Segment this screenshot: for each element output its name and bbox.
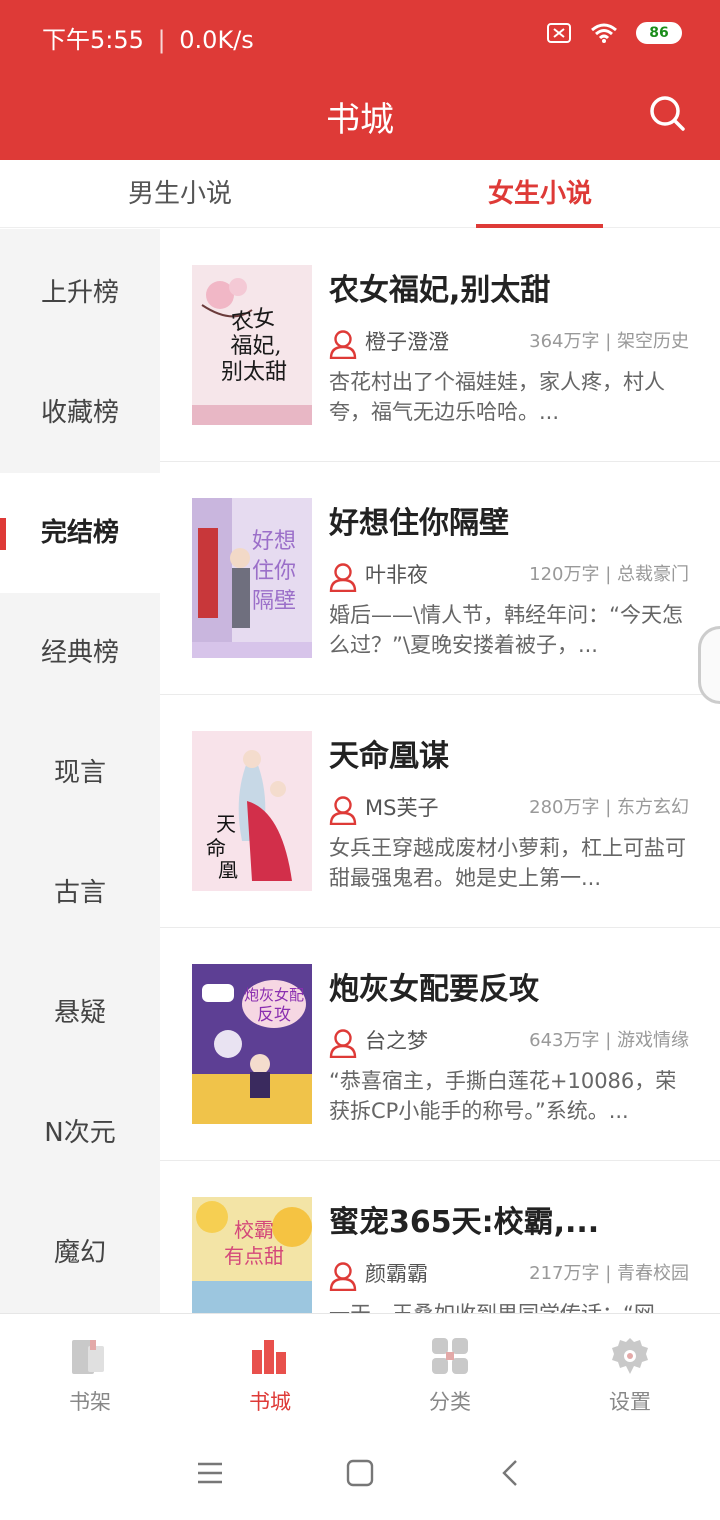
author-icon: [329, 1029, 357, 1058]
page-title: 书城: [326, 100, 394, 140]
book-description: 女兵王穿越成废材小萝莉，杠上可盐可甜最强鬼君。她是史上第一...: [329, 836, 686, 890]
active-tab-indicator: [476, 224, 603, 228]
wifi-icon: [591, 23, 617, 43]
author-row: MS芙子 280万字 | 东方玄幻: [329, 793, 689, 827]
sidebar-item-mystery[interactable]: 悬疑: [0, 953, 160, 1073]
home-icon[interactable]: [342, 1455, 378, 1491]
svg-text:福妃,: 福妃,: [231, 334, 282, 359]
gear-icon: [612, 1338, 648, 1374]
author-icon: [329, 330, 357, 359]
status-divider: |: [157, 26, 166, 54]
book-meta: 643万字 | 游戏情缘: [529, 1030, 689, 1051]
svg-text:炮灰女配: 炮灰女配: [244, 986, 304, 1004]
nav-label: 设置: [609, 1390, 651, 1414]
nav-bookshelf[interactable]: 书架: [0, 1314, 180, 1426]
nav-category[interactable]: 分类: [360, 1314, 540, 1426]
book-meta: 217万字 | 青春校园: [529, 1263, 689, 1284]
tab-male-novels[interactable]: 男生小说: [0, 160, 360, 228]
svg-text:有点甜: 有点甜: [224, 1244, 284, 1268]
battery-level: 86: [649, 25, 669, 41]
book-cover[interactable]: 炮灰女配 反攻: [192, 964, 312, 1124]
sidebar-item-completed[interactable]: 完结榜: [0, 473, 160, 593]
svg-text:天: 天: [216, 812, 236, 836]
sidebar-item-classic[interactable]: 经典榜: [0, 593, 160, 713]
author-name: 橙子澄澄: [365, 330, 449, 354]
svg-text:凰: 凰: [218, 858, 238, 882]
system-nav-bar: [0, 1425, 720, 1520]
list-item[interactable]: 好想 住你 隔壁 好想住你隔壁 叶非夜 120万字 | 总裁豪门 婚后——\情人…: [160, 462, 720, 695]
svg-text:住你: 住你: [252, 559, 296, 584]
list-item[interactable]: 校霸 有点甜 蜜宠365天:校霸,... 颜霸霸 217万字 | 青春校园 一天…: [160, 1161, 720, 1313]
svg-text:反攻: 反攻: [257, 1005, 291, 1025]
category-icon: [432, 1338, 468, 1374]
book-cover[interactable]: 天 命 凰: [192, 731, 312, 891]
back-icon[interactable]: [494, 1455, 530, 1491]
book-meta: 280万字 | 东方玄幻: [529, 797, 689, 818]
status-left: 下午5:55 | 0.0K/s: [42, 20, 254, 55]
sidebar-item-ancient-romance[interactable]: 古言: [0, 833, 160, 953]
battery-icon: 86: [636, 22, 682, 44]
svg-text:隔壁: 隔壁: [252, 589, 296, 614]
sidebar-item-favorites[interactable]: 收藏榜: [0, 353, 160, 473]
book-cover[interactable]: 农女 福妃, 别太甜: [192, 265, 312, 425]
book-description: “恭喜宿主，手撕白莲花+10086，荣获拆CP小能手的称号。”系统。...: [329, 1069, 677, 1123]
author-name: 台之梦: [365, 1029, 428, 1053]
author-row: 橙子澄澄 364万字 | 架空历史: [329, 327, 689, 361]
svg-text:命: 命: [206, 836, 226, 860]
sidebar-active-marker: [0, 518, 6, 550]
ranking-sidebar: 上升榜 收藏榜 完结榜 经典榜 现言 古言 悬疑 N次元 魔幻: [0, 229, 160, 1313]
author-icon: [329, 563, 357, 592]
author-name: 颜霸霸: [365, 1262, 428, 1286]
book-description: 婚后——\情人节，韩经年问：“今天怎么过？”\夏晚安搂着被子，...: [329, 603, 683, 657]
app-header: 下午5:55 | 0.0K/s 86 书城: [0, 0, 720, 160]
svg-text:好想: 好想: [252, 529, 296, 554]
svg-text:校霸: 校霸: [234, 1218, 274, 1242]
sidebar-item-n-dimension[interactable]: N次元: [0, 1073, 160, 1193]
menu-icon[interactable]: [192, 1455, 228, 1491]
status-time: 下午5:55: [42, 26, 144, 54]
nav-label: 书架: [69, 1390, 111, 1414]
nav-settings[interactable]: 设置: [540, 1314, 720, 1426]
bookstore-icon: [252, 1340, 286, 1374]
book-title: 天命凰谋: [329, 739, 449, 774]
list-item[interactable]: 炮灰女配 反攻 炮灰女配要反攻 台之梦 643万字 | 游戏情缘 “恭喜宿主，手…: [160, 928, 720, 1161]
nav-bookstore[interactable]: 书城: [180, 1314, 360, 1426]
gender-tabs: 男生小说 女生小说: [0, 160, 720, 228]
book-list: 农女 福妃, 别太甜 农女福妃,别太甜 橙子澄澄 364万字 | 架空历史 杏花…: [160, 229, 720, 1313]
book-meta: 120万字 | 总裁豪门: [529, 564, 689, 585]
book-meta: 364万字 | 架空历史: [529, 331, 689, 352]
bookshelf-icon: [72, 1340, 104, 1374]
author-row: 叶非夜 120万字 | 总裁豪门: [329, 560, 689, 594]
nav-label: 书城: [249, 1390, 291, 1414]
book-title: 蜜宠365天:校霸,...: [329, 1205, 600, 1240]
bottom-nav: 书架 书城 分类 设置: [0, 1313, 720, 1425]
book-description: 杏花村出了个福娃娃，家人疼，村人夸，福气无边乐哈哈。...: [329, 370, 665, 424]
list-item[interactable]: 天 命 凰 天命凰谋 MS芙子 280万字 | 东方玄幻 女兵王穿越成废材小萝莉…: [160, 695, 720, 928]
author-name: MS芙子: [365, 796, 439, 820]
list-item[interactable]: 农女 福妃, 别太甜 农女福妃,别太甜 橙子澄澄 364万字 | 架空历史 杏花…: [160, 229, 720, 462]
sidebar-item-fantasy[interactable]: 魔幻: [0, 1193, 160, 1313]
status-speed: 0.0K/s: [179, 26, 254, 54]
status-right: 86: [546, 22, 682, 44]
sim-off-icon: [547, 23, 571, 43]
status-bar: 下午5:55 | 0.0K/s 86: [0, 0, 720, 70]
book-description: 一天，王桑如收到男同学传话：“网...: [329, 1299, 691, 1313]
author-row: 台之梦 643万字 | 游戏情缘: [329, 1026, 689, 1060]
book-title: 农女福妃,别太甜: [329, 273, 551, 308]
tab-female-novels[interactable]: 女生小说: [360, 160, 720, 228]
author-row: 颜霸霸 217万字 | 青春校园: [329, 1259, 689, 1293]
svg-text:别太甜: 别太甜: [221, 360, 287, 385]
author-icon: [329, 1262, 357, 1291]
search-icon[interactable]: [648, 94, 686, 132]
nav-label: 分类: [429, 1390, 471, 1414]
book-title: 好想住你隔壁: [329, 506, 509, 541]
edge-scroll-handle[interactable]: [698, 626, 720, 704]
author-icon: [329, 796, 357, 825]
book-cover[interactable]: 校霸 有点甜: [192, 1197, 312, 1313]
author-name: 叶非夜: [365, 563, 428, 587]
sidebar-item-modern-romance[interactable]: 现言: [0, 713, 160, 833]
sidebar-item-rising[interactable]: 上升榜: [0, 233, 160, 353]
book-cover[interactable]: 好想 住你 隔壁: [192, 498, 312, 658]
book-title: 炮灰女配要反攻: [329, 972, 539, 1007]
